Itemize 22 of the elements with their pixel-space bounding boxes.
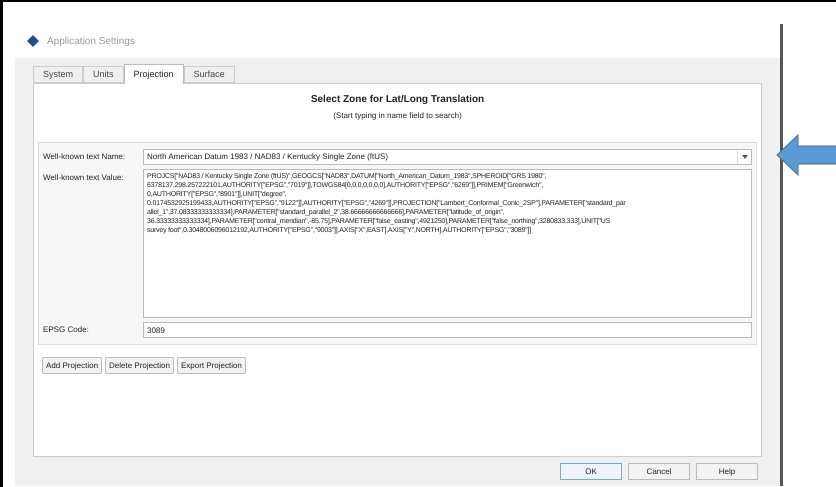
projection-button[interactable]: Delete Projection	[105, 357, 174, 374]
projection-button[interactable]: Add Projection	[42, 357, 102, 374]
app-icon	[27, 35, 39, 47]
dialog-button[interactable]: Cancel	[628, 463, 690, 480]
tab[interactable]: System	[33, 66, 84, 83]
name-dropdown[interactable]: North American Datum 1983 / NAD83 / Kentucky Single Zone (ftUS)	[143, 149, 752, 165]
value-text-area[interactable]	[143, 169, 752, 318]
dialog-button[interactable]: Help	[696, 463, 758, 480]
projection-button[interactable]: Export Projection	[176, 357, 246, 374]
field-label: EPSG Code:	[43, 324, 90, 336]
tab[interactable]: Projection	[124, 64, 184, 84]
epsg-code-field[interactable]: 3089	[143, 322, 752, 338]
section-hint: (Start typing in name field to search)	[333, 110, 462, 122]
field-label: Well-known text Value:	[43, 172, 125, 184]
dialog-button[interactable]: OK	[560, 463, 622, 480]
tab[interactable]: Surface	[184, 66, 235, 83]
section-heading: Select Zone for Lat/Long Translation	[310, 93, 484, 107]
dropdown-caret-icon	[737, 150, 751, 164]
tab[interactable]: Units	[83, 66, 124, 83]
field-label: Well-known text Name:	[43, 151, 126, 163]
window-title: Application Settings	[47, 34, 135, 48]
left-arrow-icon	[776, 134, 836, 176]
